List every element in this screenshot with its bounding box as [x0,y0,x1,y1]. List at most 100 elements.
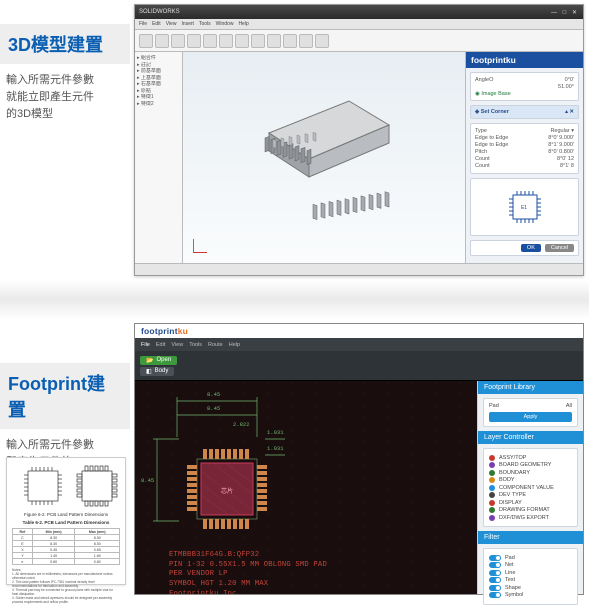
layer-row[interactable]: BOUNDARY [489,470,572,476]
color-swatch [489,455,495,461]
sw-menubar[interactable]: File Edit View Insert Tools Window Help [135,19,583,30]
toolbar-button[interactable] [235,34,249,48]
menu-item[interactable]: File [141,342,150,348]
section-title-3d: 3D模型建置 [0,24,130,64]
datasheet-drawing: Figure 6-2. PCB Land Pattern Dimensions … [6,457,126,585]
toolbar-button[interactable] [267,34,281,48]
panel-header-layers: Layer Controller [478,431,583,444]
sw-viewport[interactable] [183,52,465,263]
cube-icon: ◧ [146,368,152,375]
svg-text:E1: E1 [520,205,526,211]
side-brand: footprintku [466,52,583,68]
panel-header-filter: Filter [478,531,583,544]
layer-row[interactable]: COMPONENT VALUE [489,485,572,491]
toolbar-button[interactable] [251,34,265,48]
tree-item[interactable]: ▸ 特徵2 [137,101,180,108]
layer-row[interactable]: BODY [489,477,572,483]
cancel-button[interactable]: Cancel [545,244,574,252]
section-label-fp: Footprint建置 輸入所需元件參數 即產生元件的Footprint [0,363,130,471]
figure-caption: Figure 6-2. PCB Land Pattern Dimensions [12,512,120,517]
pad-select[interactable]: All [566,403,572,409]
ok-button[interactable]: OK [521,244,541,252]
svg-text:芯片: 芯片 [221,487,233,495]
layer-row[interactable]: DEV TYPE [489,492,572,498]
dim: 8.45 [207,391,220,398]
layer-row[interactable]: ASSY/TOP [489,455,572,461]
dimension-table: RefMin (mm)Max (mm) C8.308.50 E8.308.50 … [12,528,120,565]
layer-row[interactable]: BOARD GEOMETRY [489,462,572,468]
collapse-icon[interactable]: ▴ ✕ [565,109,574,115]
toolbar-button[interactable] [283,34,297,48]
table-caption: Table 6-2. PCB Land Pattern Dimensions [12,520,120,525]
filter-row[interactable]: Net [489,562,572,568]
angle-block: AngleO0°0' 51.00° ◉ Image Base [470,72,579,101]
toggle-icon[interactable] [489,592,501,598]
pad-filter: PadAll Apply [483,398,578,427]
fp-subbar: 📂Open ◧Body [135,351,583,381]
layer-row[interactable]: DISPLAY [489,500,572,506]
menu-item[interactable]: Help [229,342,240,348]
menu-item[interactable]: Tools [199,21,211,27]
fp-topbar: footprintku [135,324,583,338]
toolbar-button[interactable] [299,34,313,48]
menu-item[interactable]: Help [238,21,248,27]
menu-item[interactable]: Route [208,342,223,348]
color-swatch [489,462,495,468]
filter-row[interactable]: Text [489,577,572,583]
layer-list: ASSY/TOP BOARD GEOMETRY BOUNDARY BODY CO… [483,448,578,527]
menu-item[interactable]: View [166,21,177,27]
menu-item[interactable]: Tools [189,342,202,348]
filter-row[interactable]: Shape [489,585,572,591]
sw-side-panel: footprintku AngleO0°0' 51.00° ◉ Image Ba… [465,52,583,263]
color-swatch [489,477,495,483]
sw-statusbar [135,263,583,275]
fp-canvas[interactable]: 8.45 8.45 1.031 1.031 8.45 2.822 [135,381,477,594]
toggle-icon[interactable] [489,555,501,561]
panel-header-lib: Footprint Library [478,381,583,394]
layer-row[interactable]: DXF/DWG EXPORT [489,515,572,521]
set-corner-header[interactable]: ◈ Set Corner ▴ ✕ [470,105,579,119]
mini-preview: E1 [470,178,579,236]
fp-menubar[interactable]: File Edit View Tools Route Help [135,338,583,351]
toolbar-button[interactable] [203,34,217,48]
menu-item[interactable]: View [171,342,183,348]
window-controls[interactable]: — □ ✕ [551,9,579,16]
sw-title: SOLIDWORKS [139,9,180,15]
toggle-icon[interactable] [489,562,501,568]
dim: 8.45 [141,477,154,484]
apply-button[interactable]: Apply [489,412,572,422]
canvas-text: ETMBBB31F64G.B:QFP32 PIN 1-32 0.55X1.5 M… [169,551,327,594]
color-swatch [489,492,495,498]
menu-item[interactable]: Insert [181,21,194,27]
color-swatch [489,507,495,513]
toolbar-button[interactable] [187,34,201,48]
menu-item[interactable]: Edit [156,342,165,348]
dim: 2.822 [233,421,250,428]
feature-tree[interactable]: ▸ 組合件 ▸ 註記 ▸ 前基準面 ▸ 上基準面 ▸ 右基準面 ▸ 原點 ▸ 特… [135,52,183,263]
open-button[interactable]: 📂Open [140,356,177,365]
filter-row[interactable]: Symbol [489,592,572,598]
sw-titlebar[interactable]: SOLIDWORKS — □ ✕ [135,5,583,19]
toolbar-button[interactable] [171,34,185,48]
section-subtitle-3d: 輸入所需元件參數 就能立即產生元件 的3D模型 [0,72,130,123]
toolbar-button[interactable] [315,34,329,48]
menu-item[interactable]: File [139,21,147,27]
menu-item[interactable]: Window [216,21,234,27]
folder-icon: 📂 [146,357,153,364]
qfp-3d-model [229,73,419,225]
sw-toolbar[interactable] [135,30,583,52]
body-chip[interactable]: ◧Body [140,367,174,376]
color-swatch [489,485,495,491]
menu-item[interactable]: Edit [152,21,161,27]
filter-row[interactable]: Line [489,570,572,576]
layer-row[interactable]: DRAWING FORMAT [489,507,572,513]
solidworks-window: SOLIDWORKS — □ ✕ File Edit View Insert T… [134,4,584,276]
toolbar-button[interactable] [139,34,153,48]
toggle-icon[interactable] [489,570,501,576]
toggle-icon[interactable] [489,577,501,583]
toolbar-button[interactable] [155,34,169,48]
filter-row[interactable]: Pad [489,555,572,561]
toolbar-button[interactable] [219,34,233,48]
toggle-icon[interactable] [489,585,501,591]
color-swatch [489,500,495,506]
